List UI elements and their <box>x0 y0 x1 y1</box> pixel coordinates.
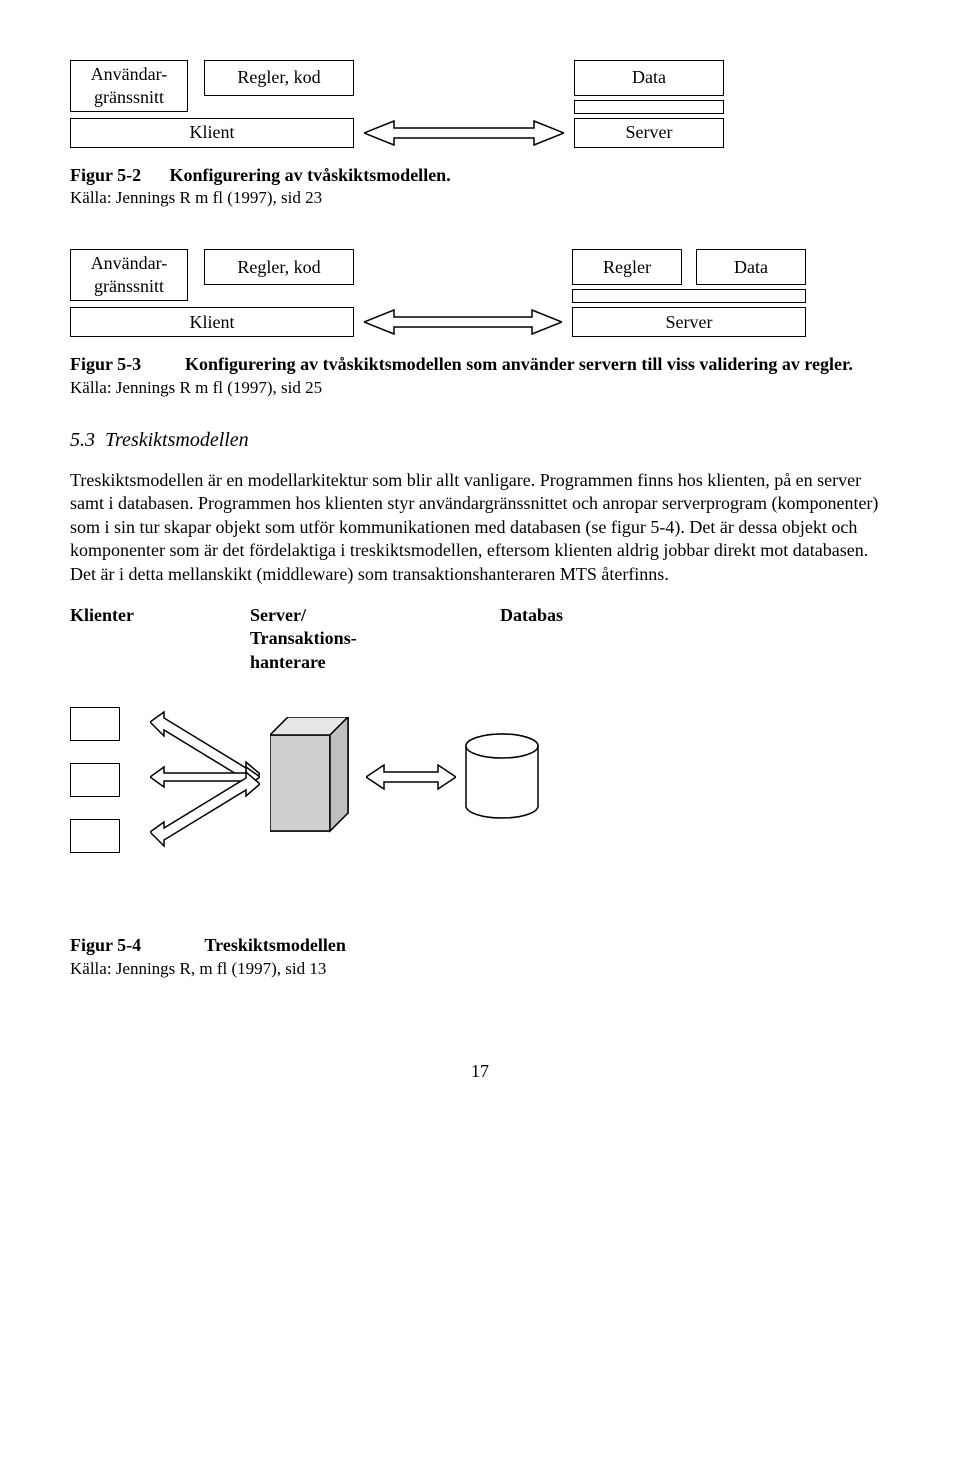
client-box <box>70 707 120 741</box>
box-server: Server <box>574 118 724 148</box>
body-paragraph: Treskiktsmodellen är en modellarkitektur… <box>70 469 890 586</box>
box-anvandar: Användar- gränssnitt <box>70 60 188 112</box>
box-data: Data <box>696 249 806 285</box>
figure-source: Källa: Jennings R m fl (1997), sid 25 <box>70 377 890 399</box>
figure-caption: Figur 5-2 Konfigurering av tvåskiktsmode… <box>70 164 890 187</box>
box-server: Server <box>572 307 806 337</box>
figure-caption: Figur 5-3 Konfigurering av tvåskiktsmode… <box>70 353 890 376</box>
server-cuboid-icon <box>270 717 350 843</box>
figure-source: Källa: Jennings R m fl (1997), sid 23 <box>70 187 890 209</box>
figure-caption: Figur 5-4 Treskiktsmodellen <box>70 934 890 957</box>
box-klient: Klient <box>70 118 354 148</box>
double-arrow-icon <box>366 762 456 798</box>
figure-5-4 <box>70 702 890 858</box>
box-reglerkod: Regler, kod <box>204 249 354 285</box>
figure-5-2: Användar- gränssnitt Regler, kod Data Kl… <box>70 60 890 209</box>
client-box <box>70 819 120 853</box>
double-arrow-icon <box>364 307 562 337</box>
box-klient: Klient <box>70 307 354 337</box>
fan-arrows-icon <box>150 702 260 858</box>
database-cylinder-icon <box>462 732 542 828</box>
box-regler: Regler <box>572 249 682 285</box>
box-small-server <box>574 100 724 114</box>
double-arrow-icon <box>364 118 564 148</box>
box-data: Data <box>574 60 724 96</box>
page-number: 17 <box>70 1060 890 1083</box>
box-anvandar: Användar- gränssnitt <box>70 249 188 301</box>
fig54-headings: Klienter Server/ Transaktions- hanterare… <box>70 604 890 674</box>
figure-source: Källa: Jennings R, m fl (1997), sid 13 <box>70 958 890 980</box>
figure-5-3: Användar- gränssnitt Regler, kod Regler … <box>70 249 890 398</box>
box-regler: Regler, kod <box>204 60 354 96</box>
client-boxes <box>70 707 120 853</box>
box-small-server <box>572 289 806 303</box>
client-box <box>70 763 120 797</box>
section-heading: 5.3 Treskiktsmodellen <box>70 427 890 453</box>
